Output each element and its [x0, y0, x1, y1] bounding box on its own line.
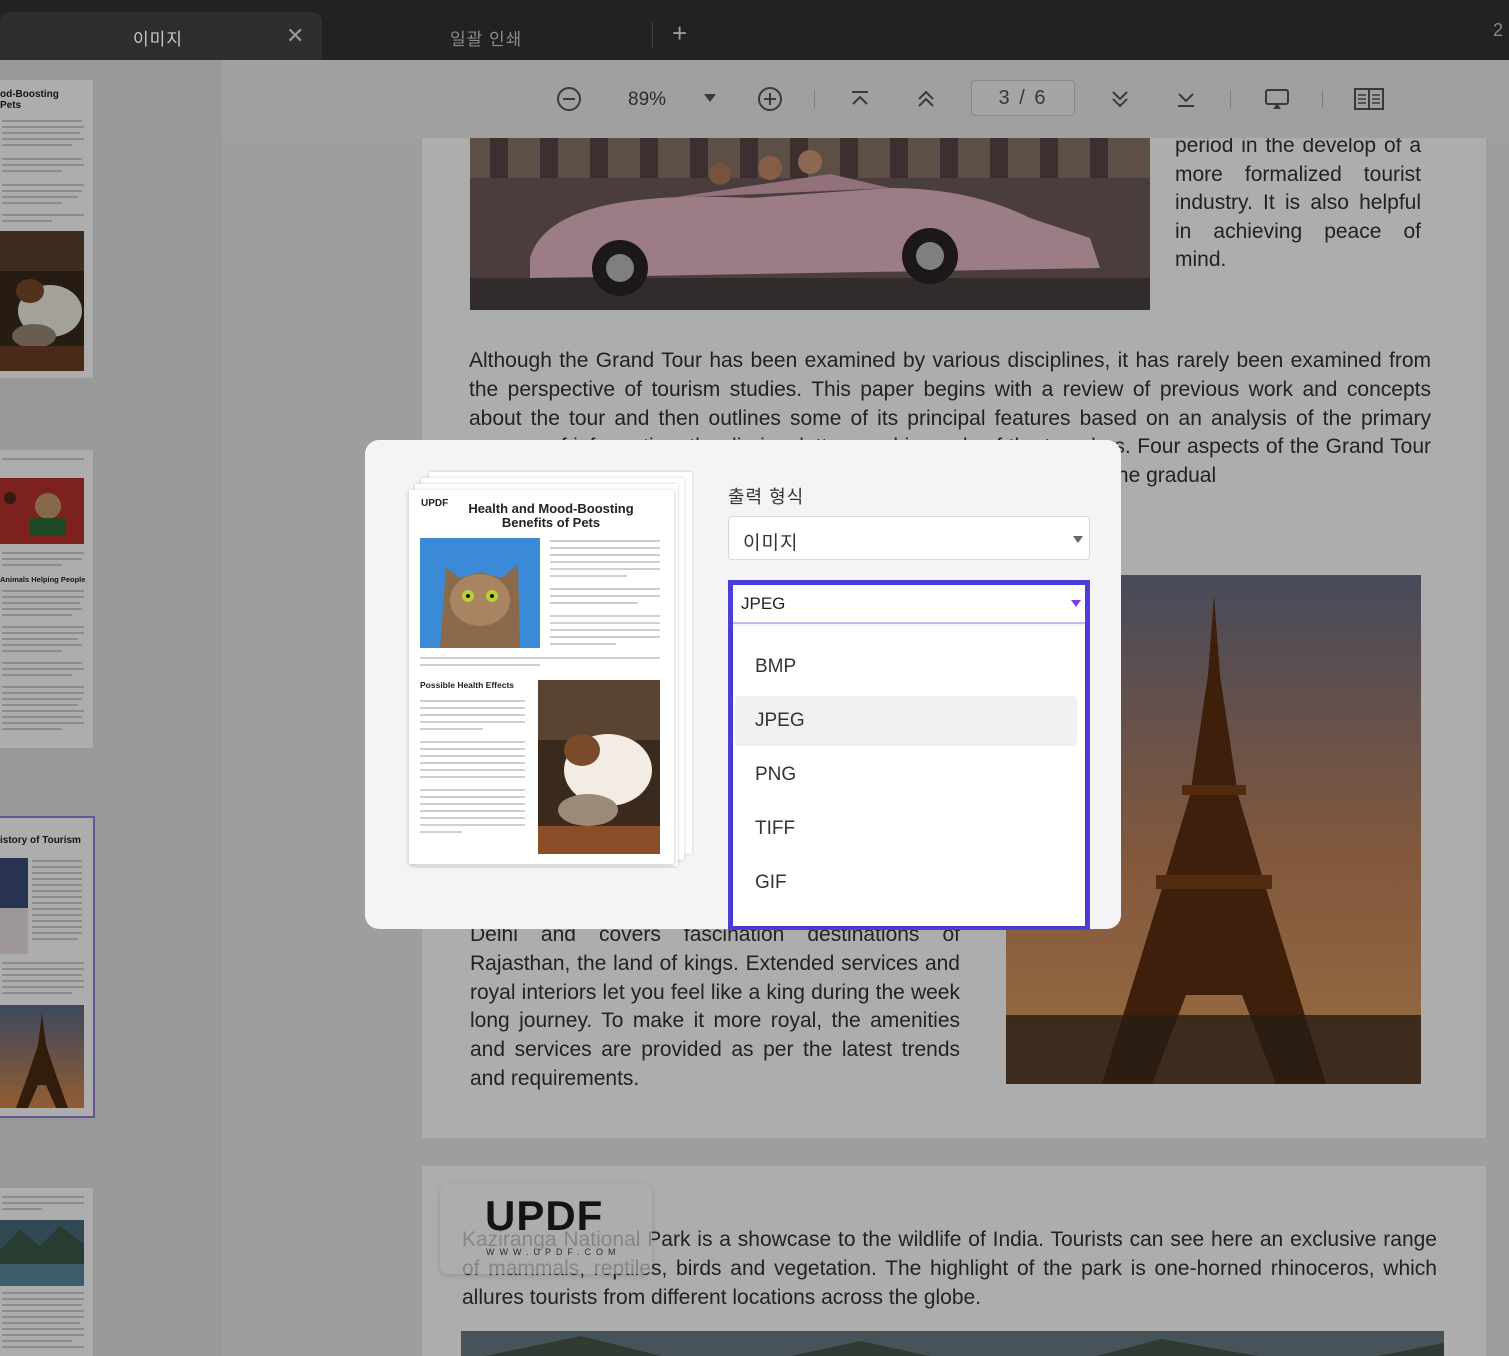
preview-updf-logo: UPDF: [421, 498, 465, 520]
preview-dog-image: [538, 680, 660, 854]
preview-subheading: Possible Health Effects: [420, 680, 515, 690]
option-jpeg[interactable]: JPEG: [735, 696, 1077, 746]
tab-image[interactable]: 이미지 ✕: [0, 12, 322, 60]
output-format-label: 출력 형식: [728, 487, 805, 507]
preview-cat-image: [420, 538, 540, 648]
add-tab-icon[interactable]: +: [672, 20, 687, 46]
document-preview: Health and Mood-Boosting Benefits of Pet…: [409, 472, 693, 868]
option-png[interactable]: PNG: [735, 750, 1077, 800]
image-type-options: BMP JPEG PNG TIFF GIF: [733, 626, 1085, 926]
preview-page: Health and Mood-Boosting Benefits of Pet…: [409, 490, 674, 864]
image-type-select[interactable]: JPEG: [733, 585, 1085, 624]
option-bmp[interactable]: BMP: [735, 642, 1077, 692]
option-gif[interactable]: GIF: [735, 858, 1077, 908]
option-tiff[interactable]: TIFF: [735, 804, 1077, 854]
close-tab-icon[interactable]: ✕: [286, 25, 305, 47]
output-format-value: 이미지: [743, 533, 799, 554]
image-type-dropdown[interactable]: JPEG BMP JPEG PNG TIFF GIF: [728, 580, 1090, 930]
chevron-down-icon: [1071, 600, 1081, 607]
image-type-value: JPEG: [741, 594, 786, 613]
preview-title: Health and Mood-Boosting Benefits of Pet…: [468, 501, 634, 530]
tab-batch-print-label: 일괄 인쇄: [450, 30, 523, 49]
tab-count: 2: [1492, 20, 1503, 40]
export-image-dialog: Health and Mood-Boosting Benefits of Pet…: [365, 440, 1121, 930]
chevron-down-icon: [1073, 536, 1083, 543]
tab-divider: [652, 22, 653, 48]
tab-bar: 이미지 ✕ 일괄 인쇄 + 2: [0, 0, 1509, 60]
tab-batch-print[interactable]: 일괄 인쇄: [322, 12, 652, 60]
output-format-select[interactable]: 이미지: [728, 516, 1090, 560]
tab-image-label: 이미지: [133, 30, 183, 49]
